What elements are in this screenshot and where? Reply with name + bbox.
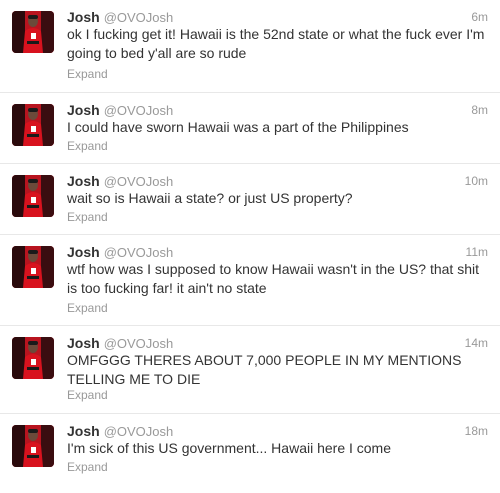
expand-link[interactable]: Expand bbox=[67, 67, 108, 81]
profile-photo-icon[interactable] bbox=[12, 337, 54, 379]
tweet-item[interactable]: Josh @OVOJosh 6m ok I fucking get it! Haw… bbox=[0, 0, 500, 93]
tweet-timestamp[interactable]: 8m bbox=[471, 103, 488, 117]
tweet-item[interactable]: Josh @OVOJosh 14m OMFGGG THERES ABOUT 7,0… bbox=[0, 326, 500, 414]
tweet-item[interactable]: Josh @OVOJosh 11m wtf how was I supposed … bbox=[0, 235, 500, 326]
author-handle[interactable]: @OVOJosh bbox=[104, 10, 174, 25]
tweet-timestamp[interactable]: 14m bbox=[465, 336, 488, 350]
tweet-text: ok I fucking get it! Hawaii is the 52nd … bbox=[67, 26, 485, 61]
tweet-item[interactable]: Josh @OVOJosh 10m wait so is Hawaii a sta… bbox=[0, 164, 500, 235]
profile-photo-icon[interactable] bbox=[12, 175, 54, 217]
profile-photo-icon[interactable] bbox=[12, 246, 54, 288]
tweet-timestamp[interactable]: 11m bbox=[466, 245, 488, 259]
tweet-text: OMFGGG THERES ABOUT 7,000 PEOPLE IN MY M… bbox=[67, 352, 462, 387]
tweet-item[interactable]: Josh @OVOJosh 18m I'm sick of this US gov… bbox=[0, 414, 500, 493]
author-handle[interactable]: @OVOJosh bbox=[104, 424, 174, 439]
profile-photo-icon[interactable] bbox=[12, 425, 54, 467]
tweet-text: I could have sworn Hawaii was a part of … bbox=[67, 119, 409, 135]
author-name[interactable]: Josh bbox=[67, 9, 100, 25]
author-name[interactable]: Josh bbox=[67, 423, 100, 439]
author-handle[interactable]: @OVOJosh bbox=[104, 174, 174, 189]
author-name[interactable]: Josh bbox=[67, 244, 100, 260]
tweet-item[interactable]: Josh @OVOJosh 8m I could have sworn Hawai… bbox=[0, 93, 500, 164]
expand-link[interactable]: Expand bbox=[67, 388, 108, 402]
expand-link[interactable]: Expand bbox=[67, 301, 108, 315]
author-handle[interactable]: @OVOJosh bbox=[104, 103, 174, 118]
tweet-timeline: Josh @OVOJosh 6m ok I fucking get it! Haw… bbox=[0, 0, 500, 493]
tweet-text: wtf how was I supposed to know Hawaii wa… bbox=[67, 261, 479, 296]
expand-link[interactable]: Expand bbox=[67, 460, 108, 474]
author-name[interactable]: Josh bbox=[67, 102, 100, 118]
author-name[interactable]: Josh bbox=[67, 335, 100, 351]
tweet-text: wait so is Hawaii a state? or just US pr… bbox=[67, 190, 353, 206]
author-handle[interactable]: @OVOJosh bbox=[104, 336, 174, 351]
tweet-timestamp[interactable]: 6m bbox=[471, 10, 488, 24]
profile-photo-icon[interactable] bbox=[12, 104, 54, 146]
tweet-text: I'm sick of this US government... Hawaii… bbox=[67, 440, 392, 456]
tweet-timestamp[interactable]: 18m bbox=[465, 424, 488, 438]
expand-link[interactable]: Expand bbox=[67, 139, 108, 153]
profile-photo-icon[interactable] bbox=[12, 11, 54, 53]
author-handle[interactable]: @OVOJosh bbox=[104, 245, 174, 260]
tweet-timestamp[interactable]: 10m bbox=[465, 174, 488, 188]
expand-link[interactable]: Expand bbox=[67, 210, 108, 224]
author-name[interactable]: Josh bbox=[67, 173, 100, 189]
